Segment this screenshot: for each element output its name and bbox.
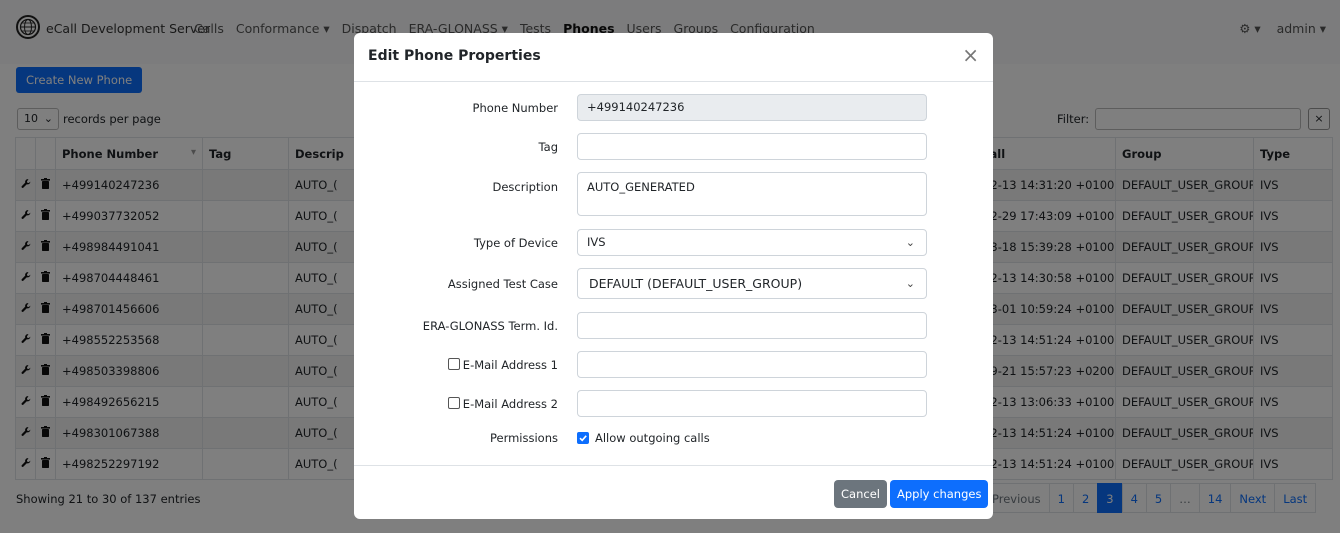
email1-checkbox[interactable]	[447, 358, 460, 370]
era-glonass-id-field[interactable]	[577, 312, 927, 339]
close-icon[interactable]: ×	[962, 45, 979, 65]
allow-outgoing-calls-label[interactable]: Allow outgoing calls	[595, 431, 710, 445]
modal-title: Edit Phone Properties	[368, 48, 541, 64]
phone-number-label: Phone Number	[472, 101, 558, 115]
device-type-select[interactable]: IVS ⌄	[577, 229, 927, 256]
email1-field[interactable]	[577, 351, 927, 378]
tag-label: Tag	[538, 140, 558, 154]
email2-field[interactable]	[577, 390, 927, 417]
email2-checkbox[interactable]	[447, 397, 460, 409]
chevron-down-icon: ⌄	[905, 236, 915, 249]
era-glonass-id-label: ERA-GLONASS Term. Id.	[422, 319, 558, 333]
description-label: Description	[492, 180, 559, 194]
test-case-value: DEFAULT (DEFAULT_USER_GROUP)	[589, 276, 803, 291]
edit-phone-modal: Edit Phone Properties × Phone Number +49…	[354, 33, 993, 519]
tag-field[interactable]	[577, 133, 927, 160]
allow-outgoing-calls-checkbox[interactable]	[577, 432, 589, 444]
cancel-button[interactable]: Cancel	[834, 480, 887, 508]
chevron-down-icon: ⌄	[905, 277, 915, 290]
device-type-value: IVS	[587, 235, 606, 249]
permissions-label: Permissions	[489, 431, 558, 445]
test-case-label: Assigned Test Case	[447, 277, 558, 291]
email2-label: E-Mail Address 2	[462, 397, 558, 411]
email1-label: E-Mail Address 1	[462, 358, 558, 372]
modal-footer: Cancel Apply changes	[354, 465, 993, 519]
email1-label-wrap[interactable]: E-Mail Address 1	[447, 358, 558, 372]
device-type-label: Type of Device	[473, 236, 558, 250]
modal-header: Edit Phone Properties ×	[354, 33, 993, 82]
apply-changes-button[interactable]: Apply changes	[890, 480, 989, 508]
description-textarea[interactable]: AUTO_GENERATED	[577, 172, 927, 216]
phone-number-field[interactable]: +499140247236	[577, 94, 927, 121]
test-case-select[interactable]: DEFAULT (DEFAULT_USER_GROUP) ⌄	[577, 268, 927, 299]
email2-label-wrap[interactable]: E-Mail Address 2	[447, 397, 558, 411]
